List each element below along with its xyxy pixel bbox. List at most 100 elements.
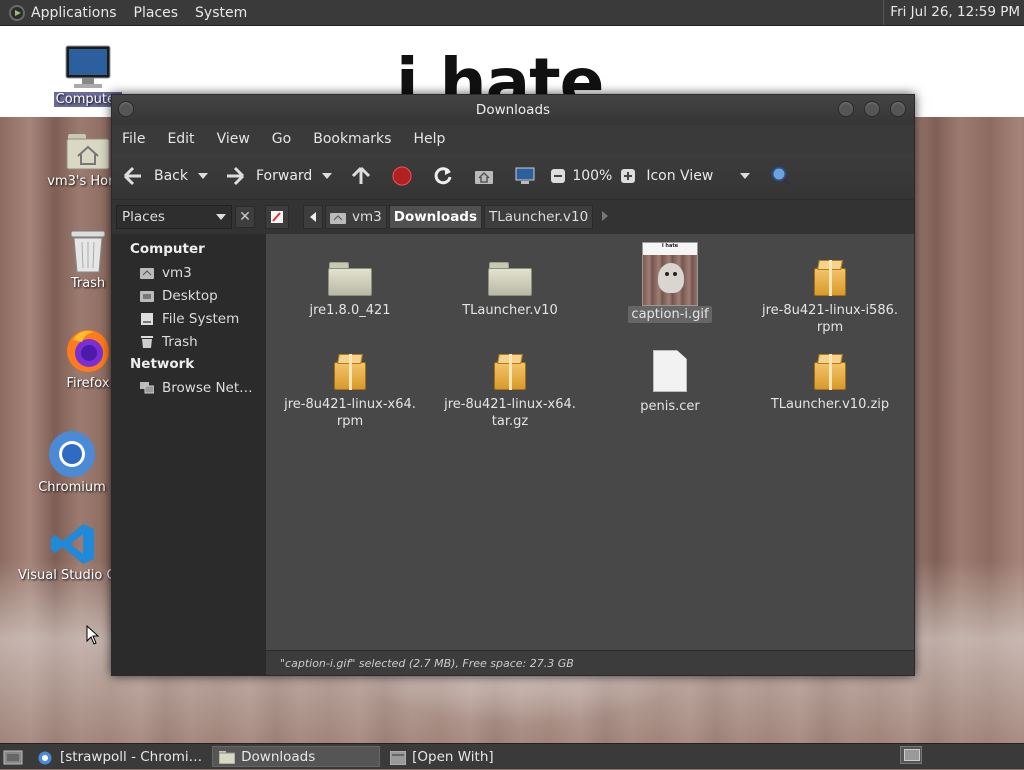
bottom-panel: [strawpoll - Chromi… Downloads [Open Wit…	[0, 743, 1024, 769]
path-right-chevron-icon[interactable]	[595, 210, 615, 225]
vscode-icon	[50, 522, 96, 566]
file-item-caption-gif[interactable]: I hate caption-i.gif	[595, 242, 745, 323]
desktop-icon	[140, 290, 154, 302]
folder-icon	[488, 260, 532, 296]
crumb-downloads[interactable]: Downloads	[388, 205, 483, 229]
sidebar-item-vm3[interactable]: vm3	[112, 261, 266, 284]
workspace-switcher-window-icon	[904, 749, 920, 761]
toolbar: Back Forward 100% Icon View	[112, 153, 914, 200]
home-icon	[140, 267, 154, 279]
back-label: Back	[154, 168, 188, 184]
file-manager-window: Downloads File Edit View Go Bookmarks He…	[111, 94, 915, 676]
file-name: TLauncher.v10	[462, 303, 558, 318]
trash-icon	[68, 228, 108, 274]
dialog-icon	[389, 750, 407, 765]
file-item-cer[interactable]: penis.cer	[595, 350, 745, 415]
zoom-in-icon[interactable]	[620, 168, 636, 184]
sidebar-header-computer: Computer	[130, 241, 205, 257]
sidebar-item-desktop[interactable]: Desktop	[112, 284, 266, 307]
menu-view[interactable]: View	[217, 131, 250, 147]
menu-edit[interactable]: Edit	[167, 131, 194, 147]
network-icon	[140, 381, 155, 394]
clock[interactable]: Fri Jul 26, 12:59 PM	[883, 0, 1020, 25]
file-item-jre-x64-targz[interactable]: jre-8u421-linux-x64. tar.gz	[435, 352, 585, 430]
search-icon[interactable]	[770, 165, 792, 187]
zoom-level[interactable]: 100%	[572, 161, 612, 191]
forward-history-chevron-down-icon[interactable]	[322, 173, 333, 179]
sidebar-header-network: Network	[130, 356, 195, 372]
places-menu[interactable]: Places	[134, 5, 179, 21]
distro-logo-icon[interactable]	[9, 4, 25, 21]
taskbar-item-label: [strawpoll - Chromi…	[60, 748, 203, 765]
crumb-label: Downloads	[393, 209, 478, 225]
file-name: caption-i.gif	[628, 306, 712, 323]
crumb-label: vm3	[352, 209, 382, 225]
trash-icon	[140, 335, 154, 348]
crumb-tlauncher[interactable]: TLauncher.v10	[484, 205, 594, 229]
show-desktop-icon[interactable]	[3, 748, 23, 766]
sidebar-item-trash[interactable]: Trash	[112, 330, 266, 353]
minimize-button[interactable]	[838, 101, 854, 117]
menu-file[interactable]: File	[122, 131, 145, 147]
chevron-down-icon	[216, 214, 226, 220]
mouse-cursor-icon	[86, 624, 100, 649]
menu-go[interactable]: Go	[272, 131, 291, 147]
back-history-chevron-down-icon[interactable]	[198, 173, 208, 179]
close-sidebar-button[interactable]: ✕	[235, 206, 255, 228]
file-view[interactable]: jre1.8.0_421 TLauncher.v10 I hate captio…	[266, 234, 914, 650]
sidebar-mode-select[interactable]: Places	[116, 205, 232, 229]
applications-menu[interactable]: Applications	[31, 5, 117, 21]
firefox-icon	[64, 326, 112, 374]
file-name: jre1.8.0_421	[309, 303, 391, 318]
file-name-line2: rpm	[336, 414, 364, 429]
file-item-jre-x64-rpm[interactable]: jre-8u421-linux-x64. rpm	[275, 352, 425, 430]
file-item-jre-folder[interactable]: jre1.8.0_421	[275, 260, 425, 319]
reload-icon[interactable]	[432, 165, 454, 187]
package-icon	[812, 352, 848, 390]
file-item-tlauncher-zip[interactable]: TLauncher.v10.zip	[755, 352, 905, 413]
home-folder-icon	[65, 126, 111, 172]
crumb-vm3[interactable]: vm3	[325, 205, 387, 229]
chromium-icon	[38, 751, 52, 764]
view-mode-select[interactable]: Icon View	[646, 161, 751, 191]
sidebar-item-file-system[interactable]: File System	[112, 307, 266, 330]
folder-icon	[328, 260, 372, 296]
file-item-jre-i586-rpm[interactable]: jre-8u421-linux-i586. rpm	[755, 258, 905, 336]
package-icon	[332, 352, 368, 390]
home-icon[interactable]	[473, 165, 495, 187]
file-item-tlauncher-folder[interactable]: TLauncher.v10	[435, 260, 585, 319]
window-titlebar[interactable]: Downloads	[112, 95, 914, 125]
maximize-button[interactable]	[864, 101, 880, 117]
forward-button[interactable]: Forward	[224, 161, 312, 191]
taskbar-item-chromium[interactable]: [strawpoll - Chromi…	[31, 746, 209, 767]
edit-icon	[271, 211, 283, 223]
menu-help[interactable]: Help	[413, 131, 445, 147]
sidebar-item-browse-network[interactable]: Browse Net…	[112, 376, 266, 399]
system-menu[interactable]: System	[195, 5, 247, 21]
menu-bookmarks[interactable]: Bookmarks	[313, 131, 391, 147]
package-icon	[812, 258, 848, 296]
sidebar: Computer vm3 Desktop File System Trash N…	[112, 234, 266, 675]
sidebar-item-label: Desktop	[162, 287, 218, 304]
taskbar-item-downloads[interactable]: Downloads	[212, 746, 381, 767]
chevron-down-icon	[740, 173, 751, 179]
back-button[interactable]: Back	[122, 161, 188, 191]
computer-icon[interactable]	[514, 165, 536, 187]
sidebar-item-label: vm3	[162, 264, 192, 281]
panel-menu: Applications Places System	[0, 0, 264, 25]
taskbar-item-open-with[interactable]: [Open With]	[383, 746, 501, 767]
file-name: jre-8u421-linux-x64.	[444, 397, 576, 412]
path-left-chevron-icon[interactable]	[303, 205, 323, 229]
toggle-location-entry-button[interactable]	[265, 205, 289, 229]
menubar: File Edit View Go Bookmarks Help	[112, 125, 914, 153]
stop-icon[interactable]	[391, 165, 413, 187]
zoom-out-icon[interactable]	[550, 168, 566, 184]
desktop-icon-label: Visual Studio Code	[18, 568, 122, 583]
computer-icon	[64, 44, 112, 90]
drive-icon	[140, 312, 154, 325]
close-button[interactable]	[890, 101, 906, 117]
up-arrow-icon[interactable]	[350, 165, 372, 187]
top-panel: Applications Places System Fri Jul 26, 1…	[0, 0, 1024, 26]
status-bar: "caption-i.gif" selected (2.7 MB), Free …	[266, 650, 914, 675]
sidebar-item-label: Trash	[162, 333, 198, 350]
